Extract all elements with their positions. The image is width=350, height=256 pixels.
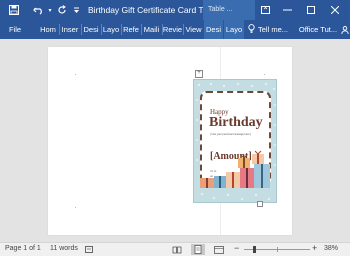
- save-icon[interactable]: [6, 0, 22, 20]
- tab-insert[interactable]: Inser: [60, 20, 80, 39]
- card-birthday-text[interactable]: Birthday: [209, 115, 263, 131]
- print-layout-icon[interactable]: [191, 244, 205, 255]
- zoom-slider-thumb[interactable]: [253, 246, 257, 253]
- tell-me-label: Tell me...: [258, 25, 289, 34]
- table-resize-handle[interactable]: [257, 201, 263, 207]
- word-count[interactable]: 11 words: [50, 245, 78, 252]
- read-mode-icon[interactable]: [170, 244, 184, 255]
- undo-dropdown-icon[interactable]: ▾: [46, 0, 54, 20]
- table-move-handle[interactable]: +: [195, 70, 203, 78]
- account-name[interactable]: Office Tut...: [297, 20, 339, 39]
- crop-mark: [75, 74, 76, 75]
- card-message-placeholder[interactable]: [ Use your personal message here ]: [210, 133, 251, 136]
- repeat-icon[interactable]: [54, 0, 70, 20]
- ribbon-tabs: File Hom Inser Desi Layo Refe Maili Revi…: [0, 20, 350, 39]
- crop-mark: [264, 74, 265, 75]
- tab-file[interactable]: File: [4, 20, 26, 39]
- tab-references[interactable]: Refe: [122, 20, 140, 39]
- zoom-in-button[interactable]: +: [312, 243, 317, 253]
- status-bar: Page 1 of 1 11 words − + 38%: [0, 242, 350, 256]
- tab-review[interactable]: Revie: [163, 20, 182, 39]
- proofing-icon[interactable]: [82, 244, 96, 255]
- lightbulb-icon: [248, 24, 255, 35]
- tab-layout[interactable]: Layo: [102, 20, 120, 39]
- table-tools-context-label: Table ...: [203, 0, 255, 20]
- ribbon-display-options-icon[interactable]: [257, 0, 273, 20]
- tab-home[interactable]: Hom: [38, 20, 58, 39]
- zoom-slider[interactable]: [244, 246, 310, 253]
- undo-icon[interactable]: [30, 0, 46, 20]
- word-window: ▾ Birthday Gift Certificate Card Te... T…: [0, 0, 350, 256]
- page-count[interactable]: Page 1 of 1: [5, 245, 41, 252]
- maximize-icon[interactable]: [303, 0, 319, 20]
- crop-mark: [75, 207, 76, 208]
- zoom-level[interactable]: 38%: [324, 245, 338, 252]
- customize-quick-access-icon[interactable]: [71, 0, 81, 20]
- close-icon[interactable]: [327, 0, 343, 20]
- title-bar: ▾ Birthday Gift Certificate Card Te... T…: [0, 0, 350, 20]
- gift-boxes-illustration: [200, 150, 270, 188]
- document-title: Birthday Gift Certificate Card Te...: [88, 5, 215, 15]
- document-canvas[interactable]: + Happy Birthday [ Use your personal mes…: [0, 39, 350, 242]
- tab-design[interactable]: Desi: [82, 20, 100, 39]
- gift-card[interactable]: Happy Birthday [ Use your personal messa…: [193, 79, 277, 203]
- tab-mailings[interactable]: Maili: [142, 20, 161, 39]
- tell-me-box[interactable]: Tell me...: [248, 20, 296, 39]
- minimize-icon[interactable]: [279, 0, 295, 20]
- zoom-out-button[interactable]: −: [234, 243, 239, 253]
- web-layout-icon[interactable]: [212, 244, 226, 255]
- share-icon[interactable]: [340, 20, 349, 39]
- zoom-slider-center-tick: [277, 247, 278, 252]
- tab-table-layout[interactable]: Layo: [224, 20, 244, 39]
- tab-view[interactable]: View: [184, 20, 203, 39]
- tab-table-design[interactable]: Desi: [204, 20, 223, 39]
